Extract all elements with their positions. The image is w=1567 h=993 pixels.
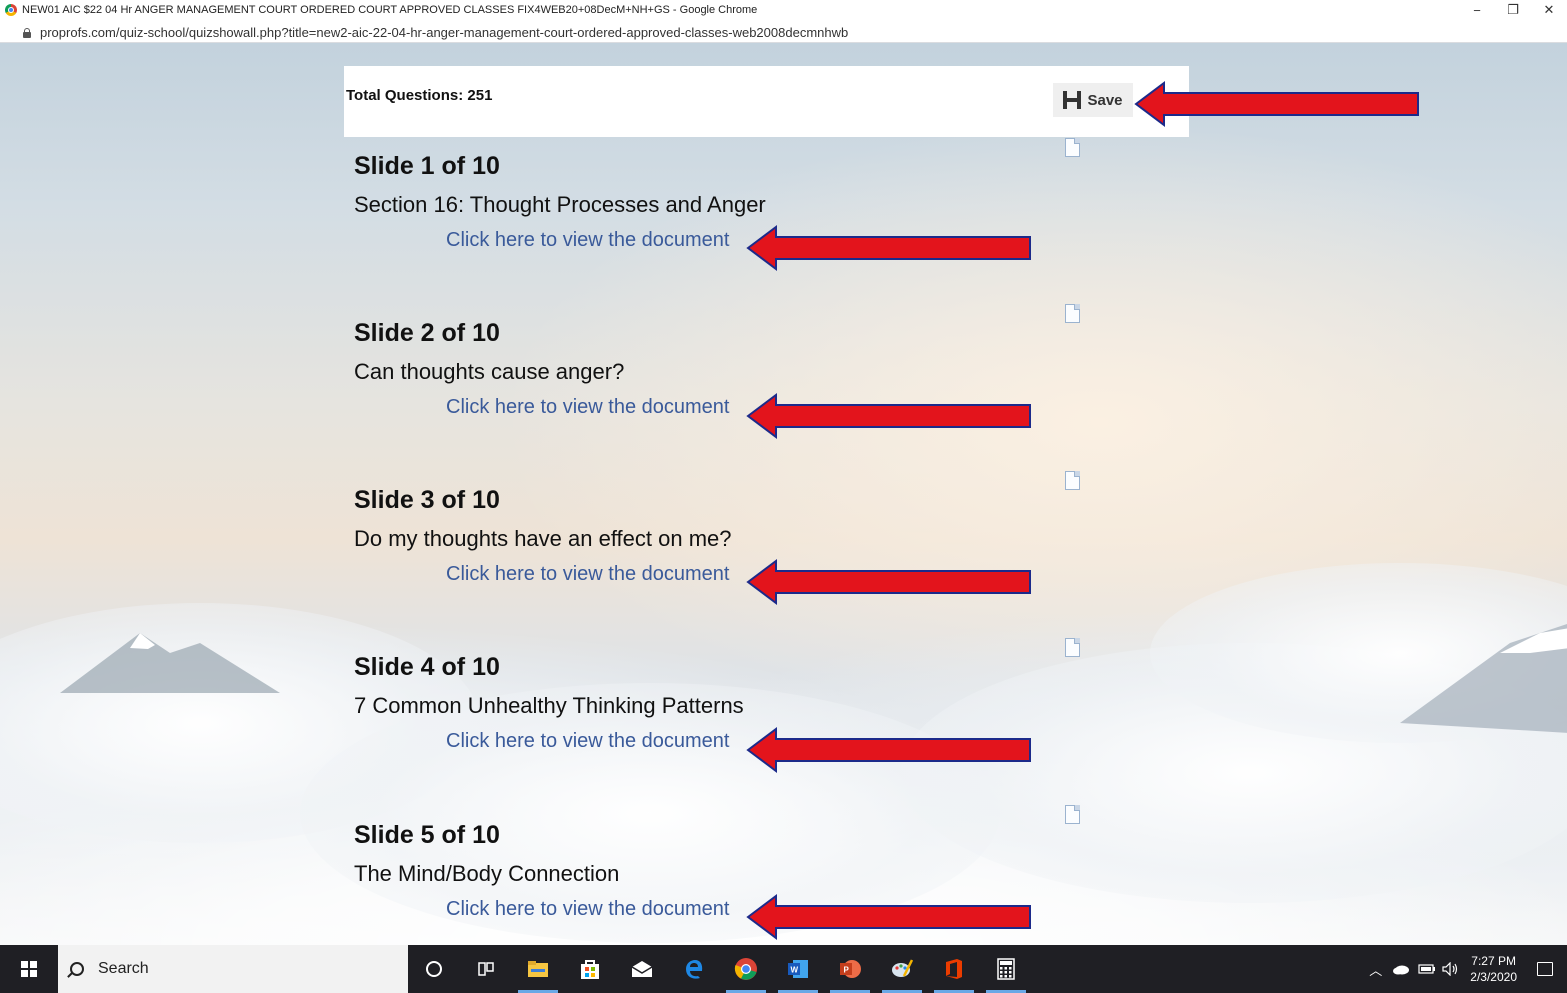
- store-icon[interactable]: [564, 945, 616, 993]
- slide-subtitle: 7 Common Unhealthy Thinking Patterns: [354, 693, 744, 718]
- mountain-right-icon: [1400, 624, 1567, 733]
- calculator-icon[interactable]: [980, 945, 1032, 993]
- clock-time: 7:27 PM: [1471, 954, 1516, 968]
- svg-text:P: P: [844, 966, 850, 975]
- file-explorer-icon[interactable]: [512, 945, 564, 993]
- total-questions: Total Questions: 251: [346, 87, 493, 104]
- annotation-arrow: [746, 225, 1031, 271]
- taskbar-search-box[interactable]: Search: [58, 945, 408, 993]
- slide-subtitle: Can thoughts cause anger?: [354, 359, 625, 384]
- slide-title: Slide 4 of 10: [354, 653, 500, 681]
- mail-icon[interactable]: [616, 945, 668, 993]
- annotation-arrow: [746, 559, 1031, 605]
- start-button[interactable]: [0, 945, 58, 993]
- office-icon[interactable]: [928, 945, 980, 993]
- system-tray: ︿ 7:27 PM 2/3/2020: [1369, 945, 1567, 993]
- search-icon: [70, 962, 84, 976]
- slide-title: Slide 2 of 10: [354, 319, 500, 347]
- save-label: Save: [1087, 91, 1123, 109]
- document-icon[interactable]: [1065, 471, 1080, 490]
- document-icon[interactable]: [1065, 805, 1080, 824]
- title-row: NEW01 AIC $22 04 Hr ANGER MANAGEMENT COU…: [0, 0, 1567, 20]
- close-button[interactable]: ✕: [1531, 0, 1567, 20]
- search-label: Search: [98, 960, 149, 977]
- slide-title: Slide 1 of 10: [354, 152, 500, 180]
- mountain-left-icon: [60, 633, 280, 693]
- notification-icon[interactable]: [1537, 962, 1553, 976]
- edge-icon[interactable]: [668, 945, 720, 993]
- document-icon[interactable]: [1065, 638, 1080, 657]
- page-content: Total Questions: 251 Save Slide 1 of 10 …: [0, 43, 1567, 945]
- system-clock[interactable]: 7:27 PM 2/3/2020: [1470, 953, 1517, 985]
- browser-titlebar: NEW01 AIC $22 04 Hr ANGER MANAGEMENT COU…: [0, 0, 1567, 43]
- chrome-favicon-icon: [5, 4, 17, 16]
- onedrive-icon[interactable]: [1392, 963, 1410, 975]
- window-title: NEW01 AIC $22 04 Hr ANGER MANAGEMENT COU…: [22, 4, 758, 16]
- slide-subtitle: Section 16: Thought Processes and Anger: [354, 192, 766, 217]
- powerpoint-icon[interactable]: P: [824, 945, 876, 993]
- document-icon[interactable]: [1065, 304, 1080, 323]
- annotation-arrow: [746, 894, 1031, 940]
- maximize-button[interactable]: ❐: [1495, 0, 1531, 20]
- slide-subtitle: The Mind/Body Connection: [354, 861, 620, 886]
- taskbar: Search W P ︿ 7:27 PM 2/3/2020: [0, 945, 1567, 993]
- chrome-icon[interactable]: [720, 945, 772, 993]
- slide-title: Slide 3 of 10: [354, 486, 500, 514]
- url-text[interactable]: proprofs.com/quiz-school/quizshowall.php…: [40, 25, 848, 40]
- document-icon[interactable]: [1065, 138, 1080, 157]
- annotation-arrow: [746, 727, 1031, 773]
- paint-icon[interactable]: [876, 945, 928, 993]
- battery-icon[interactable]: [1418, 963, 1436, 975]
- word-icon[interactable]: W: [772, 945, 824, 993]
- window-controls: − ❐ ✕: [1459, 0, 1567, 20]
- task-view-icon[interactable]: [460, 945, 512, 993]
- volume-icon[interactable]: [1442, 962, 1460, 976]
- windows-logo-icon: [21, 961, 37, 977]
- quiz-header: Total Questions: 251 Save: [344, 66, 1189, 137]
- slide-subtitle: Do my thoughts have an effect on me?: [354, 526, 732, 551]
- annotation-arrow: [1134, 81, 1419, 127]
- slide-title: Slide 5 of 10: [354, 821, 500, 849]
- minimize-button[interactable]: −: [1459, 0, 1495, 20]
- annotation-arrow: [746, 393, 1031, 439]
- save-button[interactable]: Save: [1053, 83, 1133, 117]
- clock-date: 2/3/2020: [1470, 970, 1517, 984]
- save-icon: [1063, 91, 1082, 109]
- cortana-icon[interactable]: [408, 945, 460, 993]
- svg-text:W: W: [791, 966, 799, 975]
- chevron-up-icon[interactable]: ︿: [1369, 960, 1382, 979]
- lock-icon[interactable]: [23, 27, 31, 38]
- address-bar[interactable]: proprofs.com/quiz-school/quizshowall.php…: [0, 22, 1567, 42]
